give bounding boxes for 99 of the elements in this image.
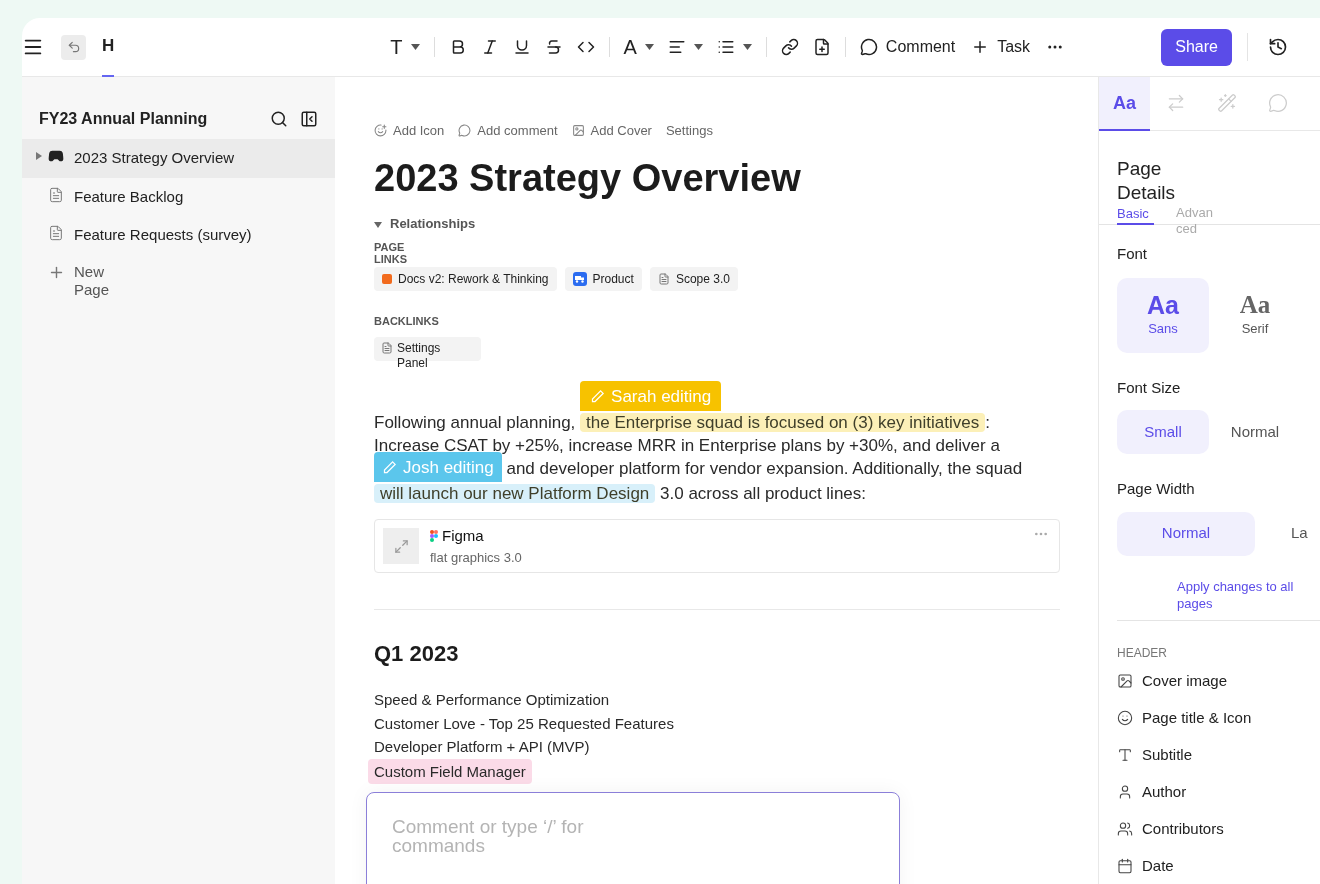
panel-title: Page Details — [1117, 157, 1177, 205]
header-option[interactable]: Cover image — [1142, 669, 1228, 692]
header-option[interactable]: Page title & Icon — [1142, 706, 1252, 729]
people-icon — [1117, 820, 1133, 837]
add-button[interactable]: Add comment — [477, 121, 558, 141]
image-icon — [1117, 672, 1133, 689]
field-label: Page Width — [1117, 479, 1196, 499]
add-button[interactable]: Add Icon — [393, 121, 445, 141]
section-label: Relationships — [390, 216, 476, 231]
page-title: 2023 Strategy Overview — [374, 155, 802, 201]
apply-link[interactable]: Apply changes to all pages — [1177, 577, 1307, 612]
logo-icon — [430, 530, 438, 543]
section-label: BACKLINKS — [374, 313, 440, 329]
caret-icon[interactable] — [644, 44, 654, 50]
header-option[interactable]: Subtitle — [1142, 743, 1193, 766]
add-button[interactable]: Add Cover — [590, 121, 652, 141]
font-option[interactable]: Aa Serif — [1209, 277, 1301, 353]
panel-tab[interactable]: Aa — [1099, 77, 1150, 131]
caret-icon[interactable] — [693, 44, 703, 50]
share-button[interactable]: Share — [1161, 28, 1233, 66]
page-width-option[interactable]: La — [1255, 511, 1320, 556]
list-item: Customer Love - Top 25 Requested Features — [374, 713, 674, 734]
back-button[interactable] — [61, 34, 86, 60]
backlink-label[interactable]: Settings Panel — [397, 341, 457, 371]
history-icon[interactable] — [1268, 37, 1289, 57]
page-width-option[interactable]: Normal — [1117, 511, 1255, 556]
list-item: Developer Platform + API (MVP) — [374, 737, 590, 757]
sidebar-item[interactable]: Feature Backlog — [22, 177, 335, 216]
page-link-chip[interactable]: Docs v2: Rework & Thinking — [374, 266, 557, 291]
collapse-arrow-icon[interactable] — [374, 221, 382, 228]
comment-icon — [1267, 93, 1288, 113]
embed-title: Figma — [442, 526, 484, 546]
text-icon — [1117, 746, 1133, 763]
paragraph-text: 3.0 across all product lines: — [659, 483, 866, 505]
link-icon[interactable] — [780, 38, 799, 56]
section-heading: Q1 2023 — [374, 640, 460, 668]
list-item: Speed & Performance Optimization — [374, 690, 610, 710]
document-icon — [657, 272, 670, 285]
comment-icon — [458, 124, 472, 138]
document-icon — [48, 186, 64, 203]
underline-icon[interactable] — [512, 38, 531, 56]
sidebar-item-label: Feature Requests (survey) — [74, 225, 252, 245]
list-icon[interactable] — [716, 38, 735, 56]
collapse-sidebar-icon[interactable] — [300, 110, 318, 128]
sidebar-item[interactable]: Feature Requests (survey) — [22, 216, 335, 255]
header-option[interactable]: Contributors — [1142, 817, 1224, 840]
task-button[interactable]: Task — [997, 35, 1031, 59]
text-color-button[interactable]: A — [623, 37, 637, 57]
sidebar-item[interactable]: New Page — [22, 254, 335, 307]
paragraph-text: Following annual planning, — [374, 412, 577, 434]
page-link-chip[interactable]: Product — [564, 266, 642, 291]
editor-tag: Josh editing — [374, 452, 502, 482]
embed-subtitle: flat graphics 3.0 — [430, 548, 522, 567]
paragraph-text: and developer platform for vendor expansion. Additionally, the squad — [505, 458, 1023, 480]
caret-icon[interactable] — [410, 44, 420, 50]
strikethrough-icon[interactable] — [544, 38, 563, 56]
font-size-option[interactable]: Normal — [1209, 410, 1301, 454]
font-size-option[interactable]: Small — [1117, 410, 1209, 454]
comment-icon — [859, 38, 878, 56]
highlighted-text: the Enterprise squad is focused on (3) key initiatives — [580, 413, 986, 432]
editor-tag: Sarah editing — [580, 381, 722, 411]
caret-icon[interactable] — [742, 44, 752, 50]
sidebar-item-label: New Page — [74, 262, 111, 299]
align-left-icon[interactable] — [667, 38, 686, 56]
section-label: PAGE LINKS — [374, 240, 408, 265]
header-option[interactable]: Author — [1142, 780, 1187, 803]
back-arrow-icon — [66, 40, 81, 54]
font-option[interactable]: Aa Sans — [1117, 277, 1209, 353]
header-option[interactable]: Date — [1142, 854, 1174, 877]
sidebar-item-label: Feature Backlog — [74, 186, 184, 207]
page-link-chip[interactable]: Scope 3.0 — [649, 266, 738, 291]
smiley-plus-icon — [374, 124, 387, 138]
magic-wand-icon — [1216, 93, 1237, 113]
smiley-icon — [1117, 709, 1133, 726]
comment-field[interactable]: Comment or type ‘/’ for commands — [366, 792, 900, 884]
image-icon — [571, 124, 585, 138]
comment-button[interactable]: Comment — [885, 35, 956, 59]
document-icon — [381, 342, 393, 354]
search-icon[interactable] — [270, 110, 288, 128]
highlighted-text: Custom Field Manager — [368, 758, 532, 784]
highlighted-text: will launch our new Platform Design — [374, 484, 656, 503]
calendar-icon — [1117, 857, 1133, 874]
settings-button[interactable]: Settings — [665, 121, 713, 141]
pencil-icon — [590, 388, 606, 404]
expand-arrow-icon[interactable] — [36, 152, 42, 160]
file-plus-icon[interactable] — [812, 38, 831, 56]
sidebar-item-label: 2023 Strategy Overview — [74, 148, 235, 168]
document-icon — [48, 225, 64, 241]
text-style-button[interactable]: T — [390, 37, 403, 57]
field-label: Font Size — [1117, 377, 1182, 398]
gamepad-icon — [48, 148, 64, 164]
subtab[interactable]: Basic — [1117, 205, 1154, 225]
pencil-icon — [382, 459, 397, 475]
sidebar-item[interactable]: 2023 Strategy Overview — [22, 139, 335, 178]
paragraph-text: : — [985, 412, 990, 434]
section-label: HEADER — [1117, 644, 1168, 662]
sidebar-title: FY23 Annual Planning — [39, 109, 208, 129]
person-icon — [1117, 783, 1133, 800]
field-label: Font — [1117, 244, 1148, 264]
